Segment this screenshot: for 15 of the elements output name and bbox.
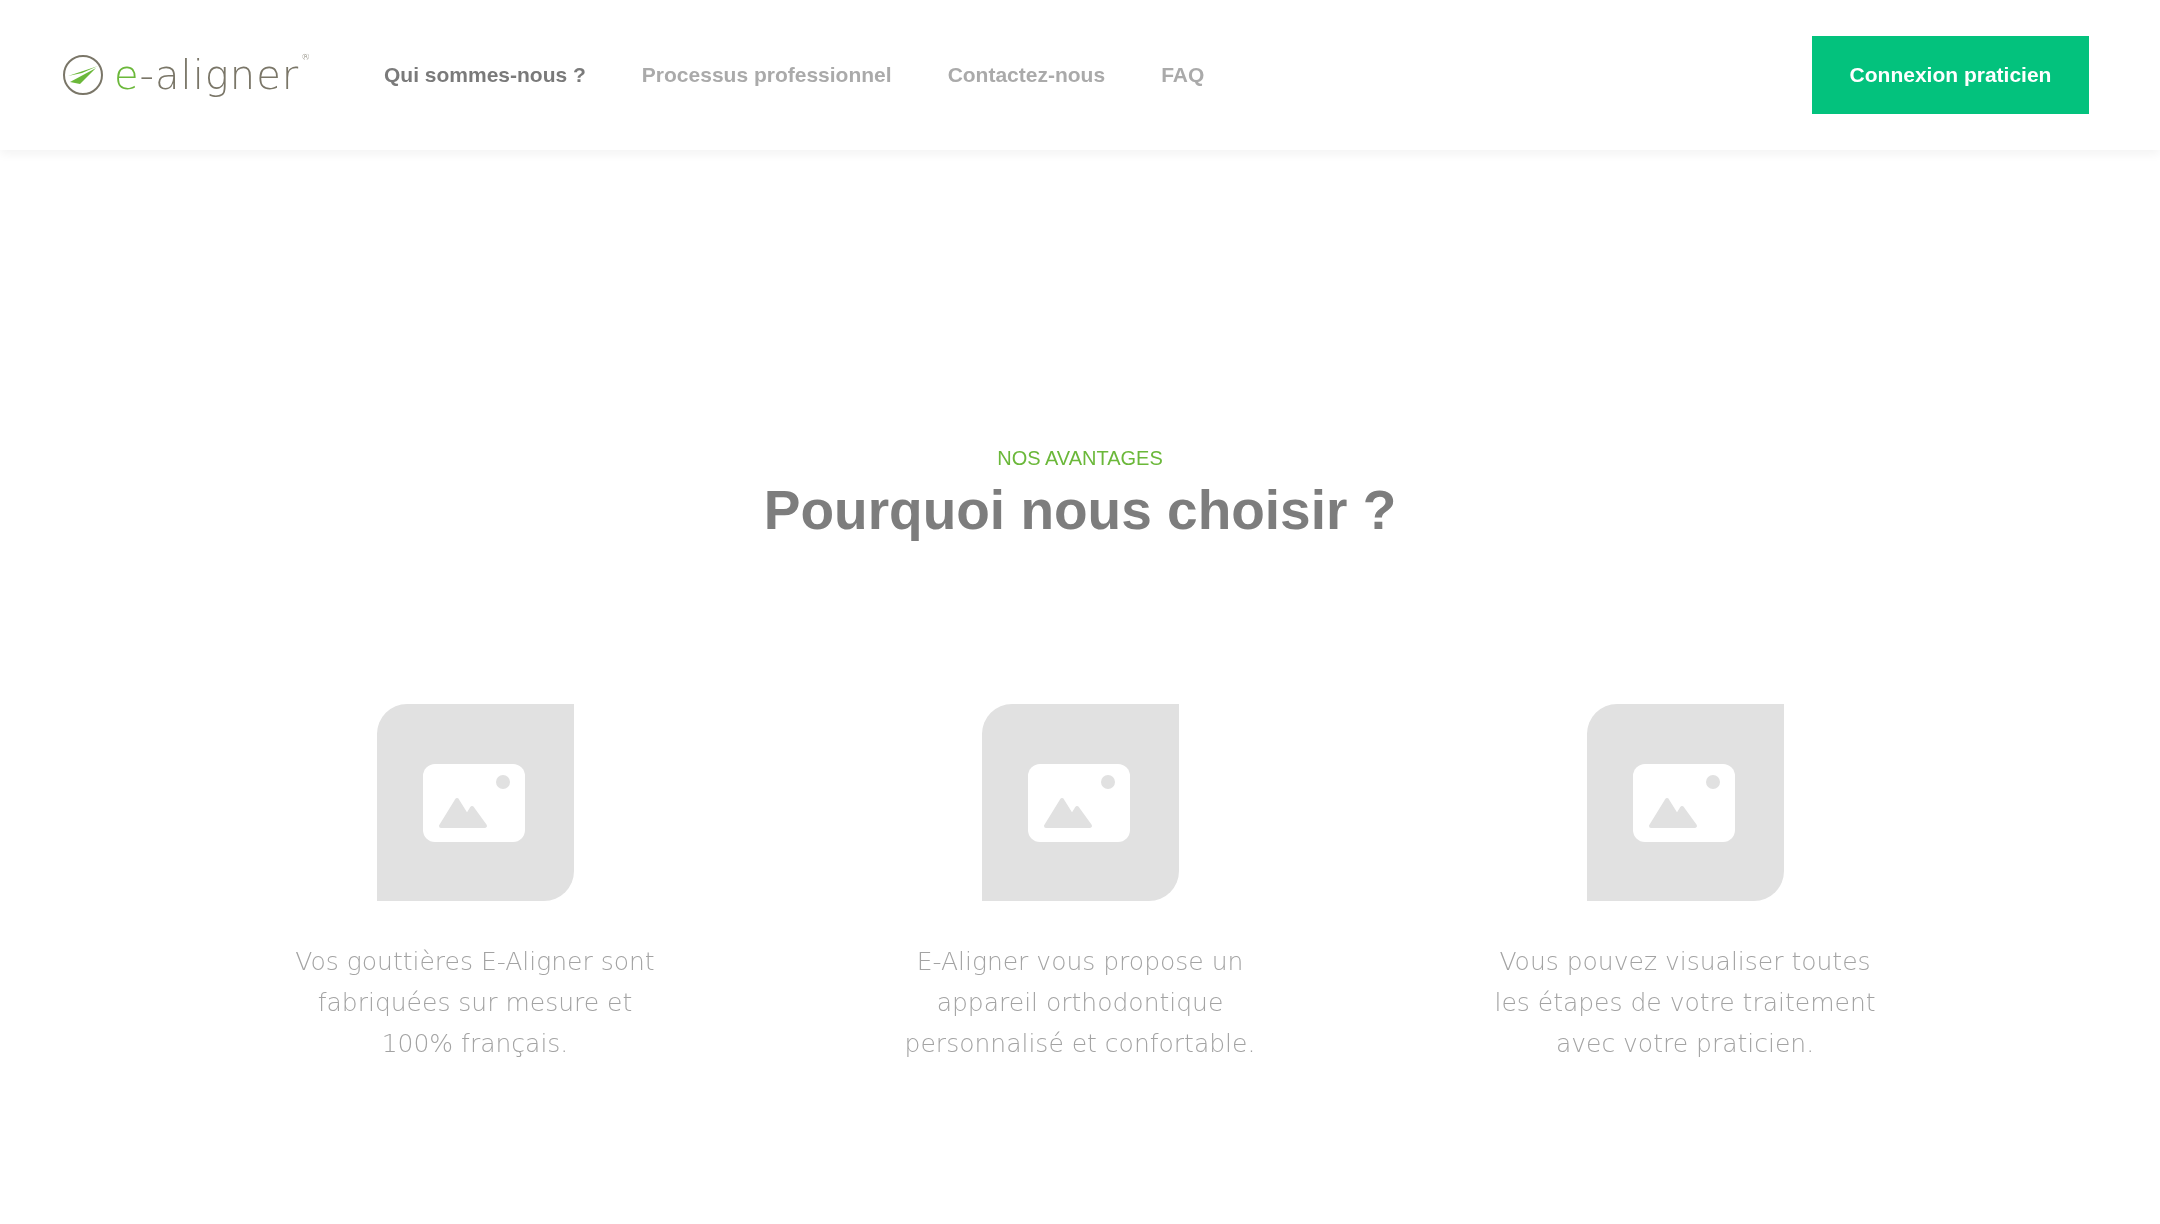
nav-link[interactable]: Contactez-nous	[947, 63, 1106, 87]
section-title: Pourquoi nous choisir ?	[763, 478, 1397, 542]
nav-link[interactable]: Qui sommes-nous ?	[384, 63, 586, 87]
image-placeholder-icon	[981, 704, 1179, 901]
nav-link[interactable]: Processus professionnel	[641, 63, 892, 87]
nav-link[interactable]: FAQ	[1161, 63, 1205, 87]
section-kicker: NOS AVANTAGES	[997, 447, 1163, 470]
logo-text[interactable]: e-aligner$^{®}$	[114, 52, 312, 98]
feature-text: E-Aligner vous propose un appareil orthodontique personnalisé et confortable.	[904, 946, 1256, 1060]
image-placeholder-icon	[376, 704, 574, 901]
feature-text: Vos gouttières E-Aligner sont fabriquées sur mesure et 100% français.	[295, 946, 655, 1060]
logo-icon	[62, 54, 104, 96]
image-placeholder-icon	[1586, 704, 1784, 901]
feature-text: Vous pouvez visualiser toutes les étapes de votre traitement avec votre praticien.	[1494, 946, 1876, 1060]
login-button[interactable]: Connexion praticien	[1812, 36, 2089, 114]
